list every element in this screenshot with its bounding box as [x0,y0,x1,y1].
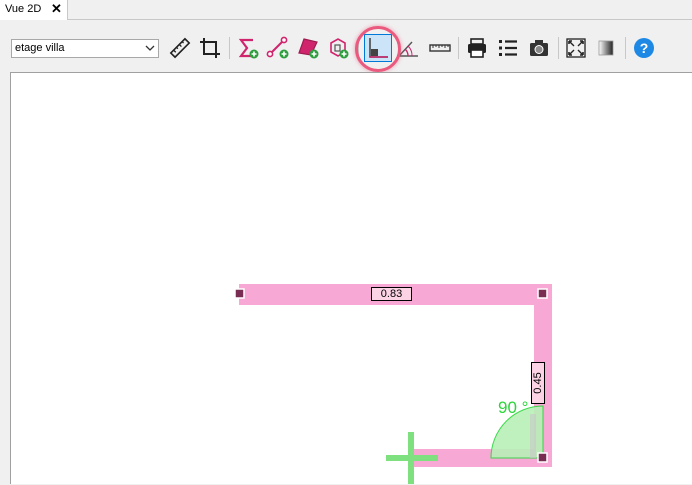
crop-icon[interactable] [198,36,222,60]
toolbar-separator [229,37,230,59]
add-sum-icon[interactable] [236,36,260,60]
drawing-canvas[interactable]: 0.83 0.45 90 ° [10,72,692,484]
scale-ruler-icon[interactable] [428,36,452,60]
add-segment-icon[interactable] [266,36,290,60]
gradient-icon[interactable] [594,36,618,60]
help-icon[interactable]: ? [632,36,656,60]
node-handle[interactable] [537,452,548,463]
measure-ruler-icon[interactable] [168,36,192,60]
fit-to-screen-icon[interactable] [564,36,588,60]
angle-label: 90 ° [498,398,529,417]
drawing-svg [234,284,552,484]
add-polygon-icon[interactable] [296,36,320,60]
level-select[interactable]: etage villa [11,39,159,58]
toolbar-separator [458,37,459,59]
print-icon[interactable] [465,36,489,60]
add-3d-box-icon[interactable] [326,36,350,60]
toolbar: etage villa ? [0,20,692,72]
dimension-label-top[interactable]: 0.83 [371,287,412,301]
close-icon[interactable]: ✕ [51,1,62,17]
crosshair-cursor-icon [386,455,438,461]
camera-icon[interactable] [527,36,551,60]
tab-label: Vue 2D [5,3,42,15]
toolbar-separator [558,37,559,59]
svg-text:?: ? [640,40,649,56]
node-handle[interactable] [234,288,245,299]
chevron-down-icon [145,45,155,51]
list-icon[interactable] [496,36,520,60]
tab-bar: Vue 2D ✕ [0,0,692,20]
dimension-label-right[interactable]: 0.45 [531,362,545,404]
toolbar-separator [625,37,626,59]
node-handle[interactable] [537,288,548,299]
tab-vue-2d[interactable]: Vue 2D ✕ [0,0,68,20]
level-select-value: etage villa [15,42,65,54]
highlight-ring [355,26,401,72]
